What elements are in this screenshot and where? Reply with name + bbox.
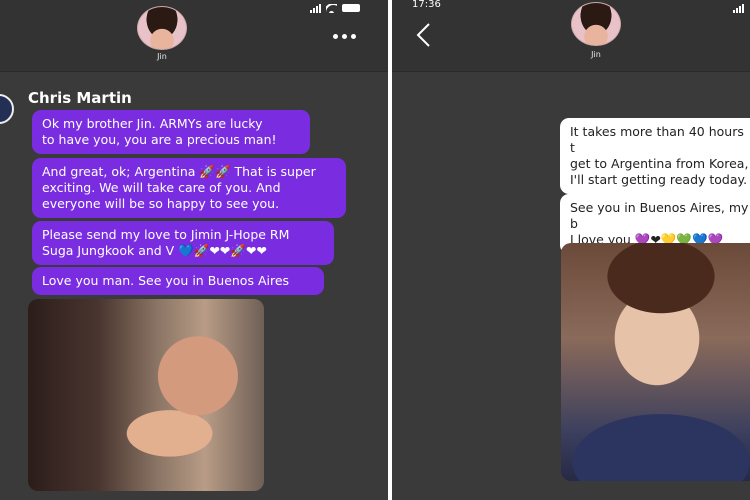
sender-name: Chris Martin [28,89,132,107]
status-bar-icons [733,4,744,13]
jin-chat-screen: 17:36 Jin It takes more than 40 hours t … [392,0,750,500]
chat-header: Jin [0,0,388,72]
message-bubble: It takes more than 40 hours t get to Arg… [560,118,750,194]
message-bubble: Love you man. See you in Buenos Aires [32,267,324,295]
back-arrow-icon[interactable] [414,22,434,48]
more-options-icon[interactable] [333,34,356,39]
contact-avatar[interactable] [137,6,187,50]
message-bubble: Please send my love to Jimin J-Hope RM S… [32,221,334,265]
status-time: 17:36 [412,0,441,10]
chris-photo[interactable] [28,299,264,491]
sender-avatar[interactable] [0,94,14,124]
contact-name: Jin [157,52,167,61]
contact-avatar[interactable] [571,2,621,46]
status-bar-icons [310,4,360,13]
wifi-icon [326,4,337,13]
battery-icon [342,4,360,12]
contact-name: Jin [591,50,601,59]
message-bubble: Ok my brother Jin. ARMYs are lucky to ha… [32,110,310,154]
signal-icon [733,4,744,13]
message-bubble: And great, ok; Argentina 🚀🚀 That is supe… [32,158,346,218]
chris-chat-screen: Jin Chris Martin Ok my brother Jin. ARMY… [0,0,388,500]
chat-header: 17:36 Jin [392,0,750,72]
jin-photo[interactable] [561,243,750,481]
signal-icon [310,4,321,13]
